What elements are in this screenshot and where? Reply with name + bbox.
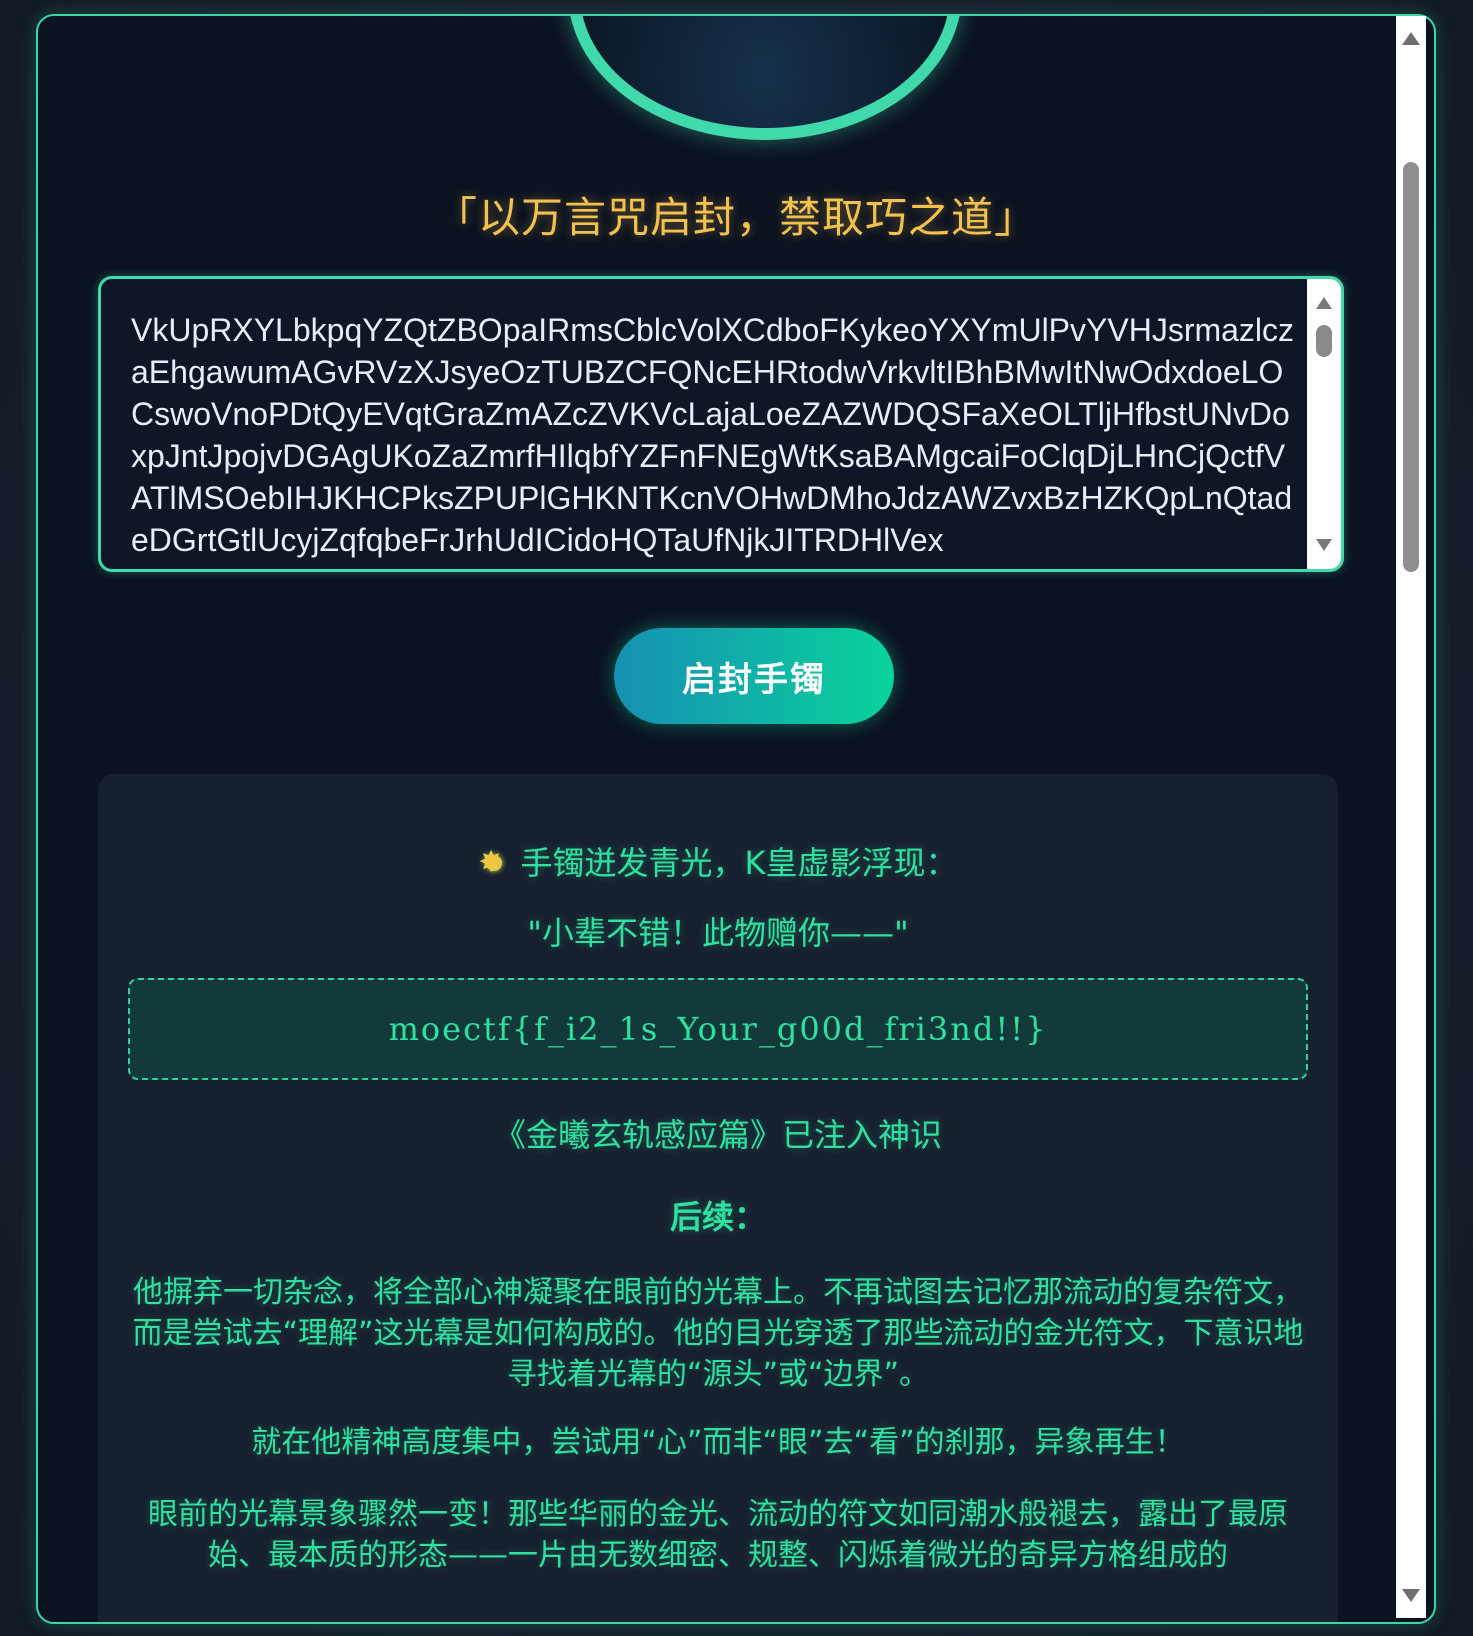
page-scroll-down-arrow-icon[interactable] xyxy=(1402,1589,1420,1602)
story-paragraph: 就在他精神高度集中，尝试用“心”而非“眼”去“看”的刹那，异象再生！ xyxy=(251,1425,1185,1460)
textarea-scrollbar[interactable] xyxy=(1307,279,1341,569)
flag-display: moectf{f_i2_1s_Your_g00d_fri3nd!!} xyxy=(128,978,1308,1080)
result-quote: "小辈不错！此物赠你——" xyxy=(527,914,909,952)
result-card: 手镯迸发青光，K皇虚影浮现： "小辈不错！此物赠你——" moectf{f_i2… xyxy=(98,774,1338,1622)
main-panel: 「以万言咒启封，禁取巧之道」 VkUpRXYLbkpqYZQtZBOpaIRms… xyxy=(36,14,1436,1624)
story-paragraph: 眼前的光幕景象骤然一变！那些华丽的金光、流动的符文如同潮水般褪去，露出了最原始、… xyxy=(148,1497,1288,1573)
incantation-textarea[interactable]: VkUpRXYLbkpqYZQtZBOpaIRmsCblcVolXCdboFKy… xyxy=(98,276,1344,572)
story-paragraph: 他摒弃一切杂念，将全部心神凝聚在眼前的光幕上。不再试图去记忆那流动的复杂符文，而… xyxy=(132,1275,1304,1392)
scroll-up-arrow-icon[interactable] xyxy=(1316,297,1332,309)
result-heading: 手镯迸发青光，K皇虚影浮现： xyxy=(520,844,958,882)
page-scrollbar[interactable] xyxy=(1396,16,1426,1618)
injected-notice: 《金曦玄轨感应篇》已注入神识 xyxy=(493,1116,942,1154)
scroll-thumb[interactable] xyxy=(1316,325,1332,357)
incantation-text[interactable]: VkUpRXYLbkpqYZQtZBOpaIRmsCblcVolXCdboFKy… xyxy=(131,309,1301,561)
motto-title: 「以万言咒启封，禁取巧之道」 xyxy=(434,193,1037,242)
unseal-bracelet-button[interactable]: 启封手镯 xyxy=(614,628,894,724)
subheading: 后续： xyxy=(669,1198,766,1236)
scroll-down-arrow-icon[interactable] xyxy=(1316,539,1332,551)
page-scroll-up-arrow-icon[interactable] xyxy=(1402,32,1420,45)
sparkle-icon xyxy=(479,845,509,880)
page-scroll-thumb[interactable] xyxy=(1403,162,1419,572)
result-heading-line: 手镯迸发青光，K皇虚影浮现： xyxy=(98,838,1338,884)
glowing-orb xyxy=(568,16,962,140)
